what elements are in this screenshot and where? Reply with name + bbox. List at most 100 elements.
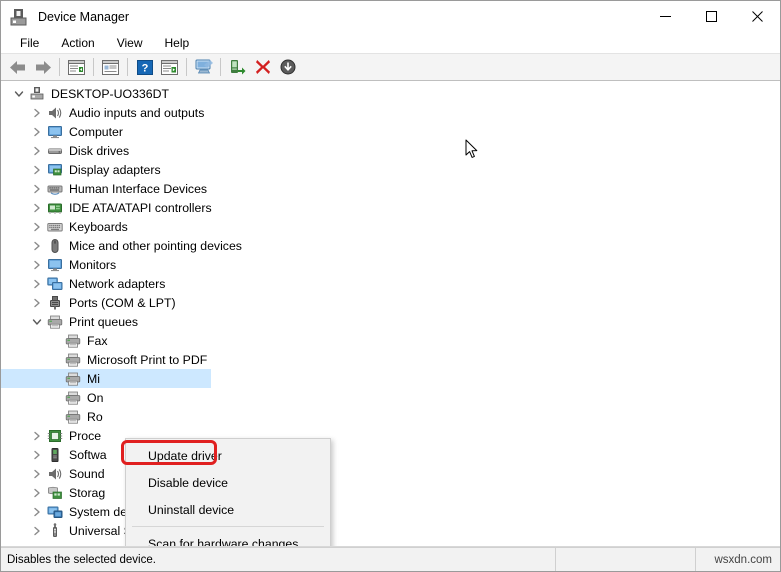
chevron-right-icon[interactable] [29, 464, 45, 483]
chevron-right-icon[interactable] [29, 426, 45, 445]
tree-item-label: Network adapters [69, 276, 166, 291]
tree-item-label: Proce [69, 428, 102, 443]
device-manager-icon [8, 6, 30, 28]
chevron-right-icon[interactable] [29, 141, 45, 160]
printer-icon [63, 350, 83, 369]
chevron-right-icon[interactable] [29, 255, 45, 274]
tree-item-softwa[interactable]: Softwa [1, 445, 780, 464]
tree-item-proce[interactable]: Proce [1, 426, 780, 445]
tree-item-label: Softwa [69, 447, 107, 462]
chevron-right-icon[interactable] [29, 445, 45, 464]
context-menu-item-update-driver[interactable]: Update driver [126, 442, 330, 469]
tree-item-sound[interactable]: Sound [1, 464, 780, 483]
hid-icon [45, 179, 65, 198]
tree-item-mice-and-other-pointing-devices[interactable]: Mice and other pointing devices [1, 236, 780, 255]
chevron-right-icon[interactable] [29, 502, 45, 521]
printer-icon [63, 407, 83, 426]
chevron-down-icon[interactable] [11, 84, 27, 103]
tree-item-computer[interactable]: Computer [1, 122, 780, 141]
tree-item-print-queues[interactable]: Print queues [1, 312, 780, 331]
chevron-down-icon[interactable] [29, 312, 45, 331]
tree-item-universal-serial-bus-controllers[interactable]: Universal Serial Bus controllers [1, 521, 780, 540]
tree-item-label: Fax [87, 333, 108, 348]
context-menu[interactable]: Update driver Disable device Uninstall d… [125, 438, 331, 547]
watermark: wsxdn.com [714, 553, 772, 566]
twisty-placeholder [47, 388, 63, 407]
display-adapter-icon [45, 160, 65, 179]
chevron-right-icon[interactable] [29, 198, 45, 217]
toolbar-separator [220, 58, 221, 76]
close-button[interactable] [734, 1, 780, 32]
tree-root-label: DESKTOP-UO336DT [51, 86, 169, 101]
maximize-button[interactable] [688, 1, 734, 32]
toolbar-separator [186, 58, 187, 76]
tree-root-row[interactable]: DESKTOP-UO336DT [1, 84, 780, 103]
tree-item-audio-inputs-and-outputs[interactable]: Audio inputs and outputs [1, 103, 780, 122]
menu-help[interactable]: Help [154, 34, 201, 52]
processor-icon [45, 426, 65, 445]
tree-item-on[interactable]: On [1, 388, 780, 407]
tree-item-disk-drives[interactable]: Disk drives [1, 141, 780, 160]
twisty-placeholder [47, 331, 63, 350]
chevron-right-icon[interactable] [29, 103, 45, 122]
context-menu-item-scan-for-hardware-changes[interactable]: Scan for hardware changes [126, 530, 330, 547]
tree-item-human-interface-devices[interactable]: Human Interface Devices [1, 179, 780, 198]
menu-view[interactable]: View [106, 34, 154, 52]
printer-icon [63, 331, 83, 350]
tree-item-label: Ports (COM & LPT) [69, 295, 176, 310]
menu-file[interactable]: File [9, 34, 50, 52]
chevron-right-icon[interactable] [29, 293, 45, 312]
chevron-right-icon[interactable] [29, 179, 45, 198]
twisty-placeholder [47, 407, 63, 426]
uninstall-device-icon[interactable] [250, 56, 275, 79]
ide-controller-icon [45, 198, 65, 217]
help-icon[interactable]: ? [132, 56, 157, 79]
tree-item-label: On [87, 390, 104, 405]
mouse-icon [45, 236, 65, 255]
system-device-icon [45, 502, 65, 521]
tree-item-ports-com-lpt[interactable]: Ports (COM & LPT) [1, 293, 780, 312]
disable-device-icon[interactable] [275, 56, 300, 79]
storage-controller-icon [45, 483, 65, 502]
tree-item-keyboards[interactable]: Keyboards [1, 217, 780, 236]
svg-text:?: ? [141, 62, 148, 74]
tree-item-mi[interactable]: Mi [1, 369, 780, 388]
tree-rows: Audio inputs and outputs Computer Disk dri… [1, 103, 780, 540]
chevron-right-icon[interactable] [29, 122, 45, 141]
toolbar: ? [1, 54, 780, 81]
tree-item-system-devices[interactable]: System devices [1, 502, 780, 521]
scan-for-hardware-changes-icon[interactable] [191, 56, 216, 79]
forward-icon[interactable] [30, 56, 55, 79]
device-tree[interactable]: DESKTOP-UO336DT Audio inputs and outputs… [1, 81, 780, 547]
usb-icon [45, 521, 65, 540]
chevron-right-icon[interactable] [29, 217, 45, 236]
chevron-right-icon[interactable] [29, 236, 45, 255]
tree-item-label: Microsoft Print to PDF [87, 352, 208, 367]
context-menu-separator [132, 526, 324, 527]
toolbar-separator [59, 58, 60, 76]
tree-item-label: Ro [87, 409, 103, 424]
chevron-right-icon[interactable] [29, 483, 45, 502]
tree-item-label: Human Interface Devices [69, 181, 208, 196]
tree-item-ro[interactable]: Ro [1, 407, 780, 426]
status-middle-pane [556, 548, 696, 571]
tree-item-storag[interactable]: Storag [1, 483, 780, 502]
context-menu-item-uninstall-device[interactable]: Uninstall device [126, 496, 330, 523]
tree-item-display-adapters[interactable]: Display adapters [1, 160, 780, 179]
chevron-right-icon[interactable] [29, 160, 45, 179]
tree-item-microsoft-print-to-pdf[interactable]: Microsoft Print to PDF [1, 350, 780, 369]
minimize-button[interactable] [642, 1, 688, 32]
update-driver-icon[interactable] [225, 56, 250, 79]
back-icon[interactable] [5, 56, 30, 79]
chevron-right-icon[interactable] [29, 521, 45, 540]
properties-icon[interactable] [98, 56, 123, 79]
menu-action[interactable]: Action [50, 34, 105, 52]
tree-item-monitors[interactable]: Monitors [1, 255, 780, 274]
show-hide-console-tree-icon[interactable] [64, 56, 89, 79]
tree-item-network-adapters[interactable]: Network adapters [1, 274, 780, 293]
tree-item-ide-ata-atapi-controllers[interactable]: IDE ATA/ATAPI controllers [1, 198, 780, 217]
chevron-right-icon[interactable] [29, 274, 45, 293]
context-menu-item-disable-device[interactable]: Disable device [126, 469, 330, 496]
tree-item-fax[interactable]: Fax [1, 331, 780, 350]
show-hide-action-pane-icon[interactable] [157, 56, 182, 79]
